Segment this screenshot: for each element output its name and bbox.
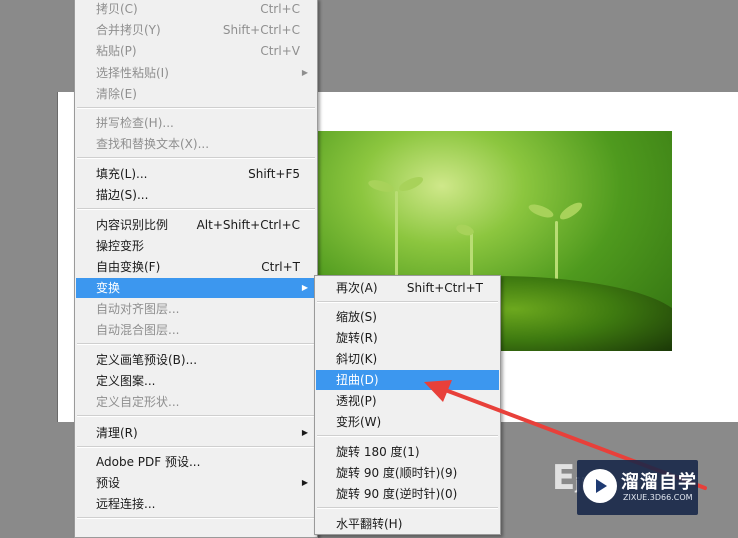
menu-item-label: 操控变形 xyxy=(96,239,145,253)
menu-item-label: 清除(E) xyxy=(96,87,137,101)
submenu-item-warp[interactable]: 变形(W) xyxy=(316,412,499,432)
menu-item-label: 旋转 90 度(顺时针)(9) xyxy=(336,466,458,480)
submenu-item-rotate-90-cw[interactable]: 旋转 90 度(顺时针)(9) xyxy=(316,463,499,483)
menu-item-auto-blend-layers[interactable]: 自动混合图层... xyxy=(76,320,316,340)
menu-item-label: 远程连接... xyxy=(96,497,156,511)
menu-item-label: 清理(R) xyxy=(96,426,138,440)
menu-separator xyxy=(317,507,498,509)
menu-separator xyxy=(77,517,315,519)
watermark-title: 溜溜自学 xyxy=(621,472,697,493)
menu-item-clear[interactable]: 清除(E) xyxy=(76,84,316,104)
menu-item-check-spelling[interactable]: 拼写检查(H)... xyxy=(76,113,316,133)
menu-item-label: 斜切(K) xyxy=(336,352,378,366)
menu-item-shortcut: Shift+Ctrl+C xyxy=(222,23,300,37)
menu-item-label: 扭曲(D) xyxy=(336,373,379,387)
menu-item-label: 描边(S)... xyxy=(96,188,149,202)
menu-item-shortcut: Ctrl+T xyxy=(261,260,300,274)
menu-item-presets[interactable]: 预设 ▶ xyxy=(76,473,316,493)
submenu-item-flip-horizontal[interactable]: 水平翻转(H) xyxy=(316,514,499,534)
menu-item-fill[interactable]: 填充(L)... Shift+F5 xyxy=(76,164,316,184)
menu-item-shortcut: Alt+Shift+Ctrl+C xyxy=(196,218,300,232)
menu-item-label: 粘贴(P) xyxy=(96,44,137,58)
menu-item-copy-merged[interactable]: 合并拷贝(Y) Shift+Ctrl+C xyxy=(76,20,316,40)
menu-item-label: 拼写检查(H)... xyxy=(96,116,174,130)
edit-menu: 拷贝(C) Ctrl+C 合并拷贝(Y) Shift+Ctrl+C 粘贴(P) Ctr… xyxy=(74,0,318,538)
menu-separator xyxy=(77,208,315,210)
transform-submenu: 再次(A) Shift+Ctrl+T 缩放(S) 旋转(R) 斜切(K) 扭曲(D… xyxy=(314,275,501,535)
play-logo-icon xyxy=(583,469,617,503)
menu-item-paste-special[interactable]: 选择性粘贴(I) ▶ xyxy=(76,63,316,83)
menu-separator xyxy=(317,435,498,437)
menu-item-puppet-warp[interactable]: 操控变形 xyxy=(76,236,316,256)
menu-item-label: 拷贝(C) xyxy=(96,2,138,16)
submenu-item-rotate-90-ccw[interactable]: 旋转 90 度(逆时针)(0) xyxy=(316,484,499,504)
submenu-item-rotate[interactable]: 旋转(R) xyxy=(316,328,499,348)
submenu-arrow-icon: ▶ xyxy=(301,428,308,437)
menu-item-purge[interactable]: 清理(R) ▶ xyxy=(76,423,316,443)
menu-item-label: 旋转(R) xyxy=(336,331,378,345)
watermark-url: ZIXUE.3D66.COM xyxy=(623,493,693,502)
submenu-arrow-icon: ▶ xyxy=(301,478,308,487)
menu-item-label: Adobe PDF 预设... xyxy=(96,455,201,469)
menu-item-label: 再次(A) xyxy=(336,281,378,295)
menu-item-label: 选择性粘贴(I) xyxy=(96,66,169,80)
menu-item-find-replace[interactable]: 查找和替换文本(X)... xyxy=(76,134,316,154)
menu-item-label: 定义自定形状... xyxy=(96,395,180,409)
menu-item-remote-connections[interactable]: 远程连接... xyxy=(76,494,316,514)
menu-item-label: 查找和替换文本(X)... xyxy=(96,137,210,151)
menu-separator xyxy=(317,301,498,303)
menu-item-label: 预设 xyxy=(96,476,121,490)
submenu-item-scale[interactable]: 缩放(S) xyxy=(316,307,499,327)
menu-separator xyxy=(77,446,315,448)
menu-item-label: 变形(W) xyxy=(336,415,382,429)
menu-item-shortcut: Shift+Ctrl+T xyxy=(406,281,483,295)
menu-separator xyxy=(77,343,315,345)
menu-item-label: 自动对齐图层... xyxy=(96,302,180,316)
menu-item-shortcut: Ctrl+V xyxy=(260,44,300,58)
menu-item-define-custom-shape[interactable]: 定义自定形状... xyxy=(76,392,316,412)
submenu-item-perspective[interactable]: 透视(P) xyxy=(316,391,499,411)
submenu-item-rotate-180[interactable]: 旋转 180 度(1) xyxy=(316,442,499,462)
menu-item-shortcut: Shift+F5 xyxy=(248,167,300,181)
menu-item-copy[interactable]: 拷贝(C) Ctrl+C xyxy=(76,0,316,19)
menu-item-stroke[interactable]: 描边(S)... xyxy=(76,185,316,205)
menu-separator xyxy=(77,107,315,109)
menu-item-shortcut: Ctrl+C xyxy=(260,2,300,16)
submenu-item-skew[interactable]: 斜切(K) xyxy=(316,349,499,369)
menu-item-label: 自由变换(F) xyxy=(96,260,161,274)
menu-item-define-brush-preset[interactable]: 定义画笔预设(B)... xyxy=(76,350,316,370)
menu-item-label: 变换 xyxy=(96,281,121,295)
menu-item-paste[interactable]: 粘贴(P) Ctrl+V xyxy=(76,41,316,61)
watermark-badge: 溜溜自学 ZIXUE.3D66.COM xyxy=(577,460,698,515)
submenu-item-again[interactable]: 再次(A) Shift+Ctrl+T xyxy=(316,278,499,298)
menu-item-label: 旋转 90 度(逆时针)(0) xyxy=(336,487,458,501)
menu-separator xyxy=(77,157,315,159)
menu-item-free-transform[interactable]: 自由变换(F) Ctrl+T xyxy=(76,257,316,277)
menu-item-define-pattern[interactable]: 定义图案... xyxy=(76,371,316,391)
menu-item-label: 填充(L)... xyxy=(96,167,148,181)
menu-separator xyxy=(77,415,315,417)
menu-item-label: 合并拷贝(Y) xyxy=(96,23,161,37)
menu-item-auto-align-layers[interactable]: 自动对齐图层... xyxy=(76,299,316,319)
menu-item-label: 旋转 180 度(1) xyxy=(336,445,420,459)
menu-item-adobe-pdf-presets[interactable]: Adobe PDF 预设... xyxy=(76,452,316,472)
menu-item-label: 内容识别比例 xyxy=(96,218,169,232)
submenu-arrow-icon: ▶ xyxy=(301,68,308,77)
menu-item-label: 定义画笔预设(B)... xyxy=(96,353,198,367)
submenu-arrow-icon: ▶ xyxy=(301,283,308,292)
submenu-item-distort[interactable]: 扭曲(D) xyxy=(316,370,499,390)
menu-item-content-aware-scale[interactable]: 内容识别比例 Alt+Shift+Ctrl+C xyxy=(76,215,316,235)
menu-item-label: 定义图案... xyxy=(96,374,156,388)
menu-item-label: 缩放(S) xyxy=(336,310,377,324)
menu-item-transform[interactable]: 变换 ▶ xyxy=(76,278,316,298)
menu-item-label: 自动混合图层... xyxy=(96,323,180,337)
menu-item-label: 透视(P) xyxy=(336,394,377,408)
